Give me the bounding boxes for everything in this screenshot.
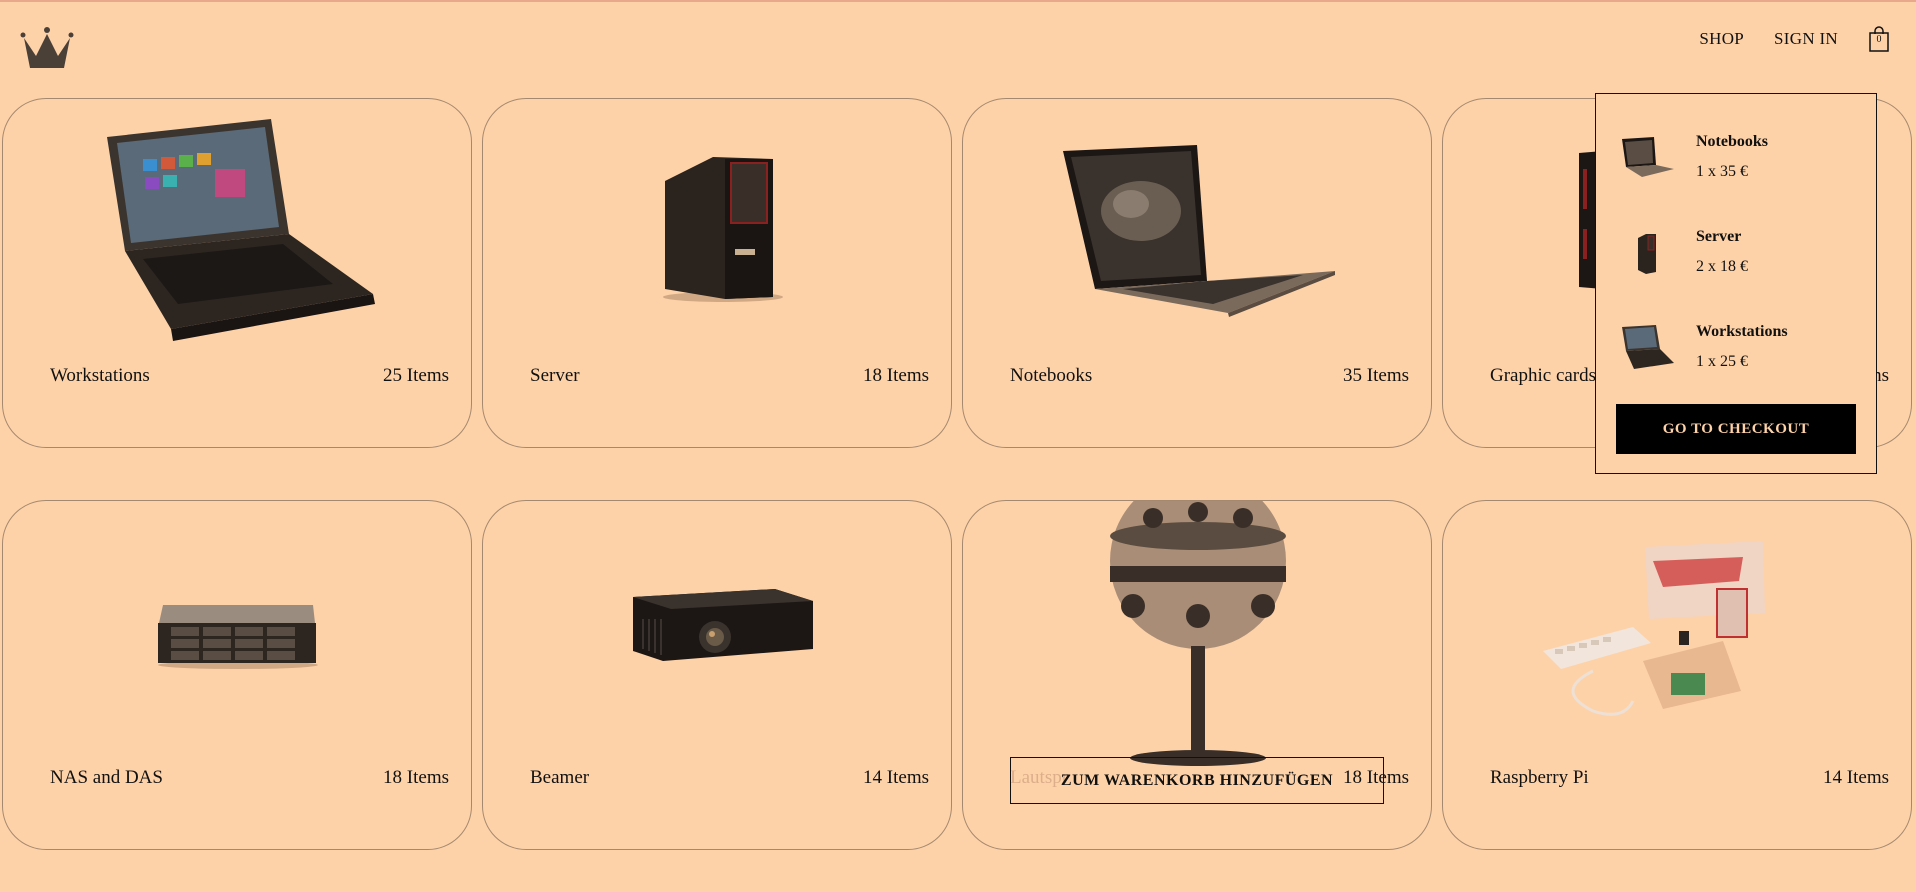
raspberry-pi-kit-image [1543,541,1765,716]
nav-sign-in-link[interactable]: SIGN IN [1774,29,1838,49]
cart-item-qty: 2 x 18 € [1696,258,1748,275]
category-name: Graphic cards [1490,365,1597,386]
category-name: Raspberry Pi [1490,767,1589,788]
cart-item: Notebooks 1 x 35 € [1596,119,1878,199]
cart-item-qty: 1 x 25 € [1696,353,1748,370]
category-name: Beamer [530,767,590,788]
notebook-thumbnail [1622,137,1674,177]
server-thumbnail [1638,234,1656,274]
category-card-notebooks[interactable]: Notebooks 35 Items [962,98,1432,448]
cart-item: Workstations 1 x 25 € [1596,309,1878,389]
add-to-cart-button[interactable]: ZUM WARENKORB HINZUFÜGEN [1010,757,1384,804]
category-count: 14 Items [863,767,929,788]
rugged-laptop-image [107,119,375,341]
category-count: 35 Items [1343,365,1409,386]
main-nav: SHOP SIGN IN 0 [1699,26,1890,52]
category-count: 25 Items [383,365,449,386]
spherical-speaker-image [1110,501,1286,766]
crown-icon[interactable] [20,26,74,70]
go-to-checkout-button[interactable]: GO TO CHECKOUT [1616,404,1856,454]
category-name: Server [530,365,580,386]
cart-item-name: Workstations [1696,323,1788,340]
category-count: 18 Items [863,365,929,386]
notebook-image [1063,145,1335,317]
category-name: NAS and DAS [50,767,163,788]
category-name: Notebooks [1010,365,1093,386]
cart-item: Server 2 x 18 € [1596,214,1878,294]
nav-shop-link[interactable]: SHOP [1699,29,1744,49]
nas-rack-image [158,605,318,669]
category-card-nas-and-das[interactable]: NAS and DAS 18 Items [2,500,472,850]
category-name: Workstations [50,365,150,386]
cart-item-qty: 1 x 35 € [1696,163,1748,180]
cart-item-name: Server [1696,228,1742,245]
category-count: 18 Items [383,767,449,788]
category-card-raspberry-pi[interactable]: Raspberry Pi 14 Items [1442,500,1912,850]
projector-image [633,589,813,661]
cart-button[interactable]: 0 [1868,26,1890,52]
category-card-server[interactable]: Server 18 Items [482,98,952,448]
category-count: 14 Items [1823,767,1889,788]
category-card-workstations[interactable]: Workstations 25 Items [2,98,472,448]
cart-item-name: Notebooks [1696,133,1769,150]
cart-count: 0 [1876,34,1882,45]
cart-dropdown: Notebooks 1 x 35 € Server 2 x 18 € Works… [1595,93,1877,474]
category-card-beamer[interactable]: Beamer 14 Items [482,500,952,850]
top-accent-line [0,0,1916,2]
rugged-laptop-thumbnail [1622,325,1674,369]
server-tower-image [663,157,783,302]
